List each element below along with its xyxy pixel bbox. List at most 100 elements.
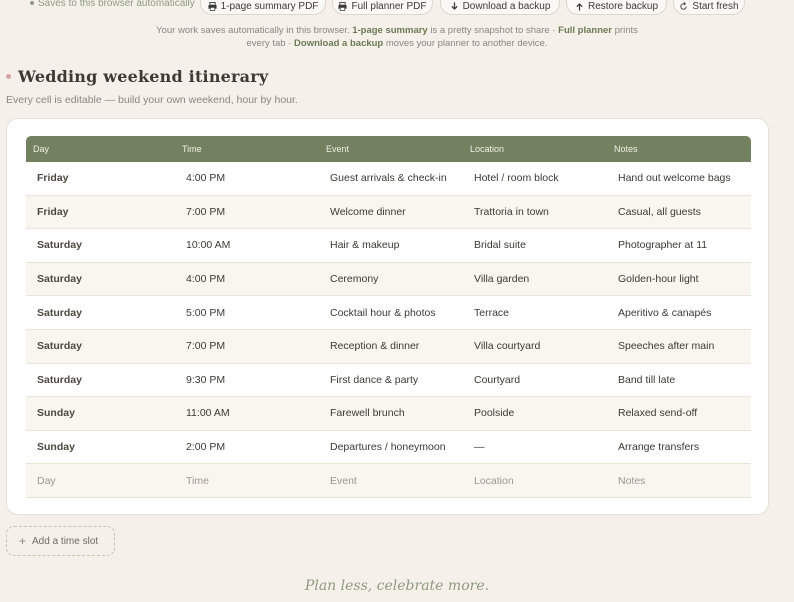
header-notes: Notes	[614, 144, 638, 154]
download-arrow-icon	[450, 1, 458, 10]
cell-notes[interactable]: Casual, all guests	[606, 206, 751, 218]
header-time: Time	[182, 144, 202, 154]
refresh-icon	[680, 1, 688, 10]
cell-day[interactable]: Sunday	[26, 407, 174, 419]
help-line-2: every tab · Download a backup moves your…	[0, 37, 794, 50]
cell-location[interactable]: Terrace	[462, 307, 606, 319]
header-event: Event	[326, 144, 350, 154]
new-row-placeholder: Day Time Event Location Notes	[26, 464, 751, 498]
cell-notes[interactable]: Golden-hour light	[606, 273, 751, 285]
download-backup-label: Download a backup	[462, 0, 551, 12]
itinerary-card: Day Time Event Location Notes Friday 4:0…	[6, 118, 769, 515]
table-row: Saturday 4:00 PM Ceremony Villa garden G…	[26, 262, 751, 297]
cell-event[interactable]: Cocktail hour & photos	[318, 307, 462, 319]
cell-event[interactable]: Departures / honeymoon	[318, 441, 462, 453]
table-header: Day Time Event Location Notes	[26, 136, 751, 162]
cell-notes[interactable]: Speeches after main	[606, 340, 751, 352]
cell-notes[interactable]: Aperitivo & canapés	[606, 307, 751, 319]
start-fresh-label: Start fresh	[692, 0, 739, 12]
cell-time[interactable]: 7:00 PM	[174, 206, 318, 218]
add-time-slot-button[interactable]: + Add a time slot	[6, 526, 115, 556]
header-day: Day	[33, 144, 50, 154]
status-dot-icon	[30, 1, 34, 6]
header-location: Location	[470, 144, 505, 154]
cell-notes[interactable]: Relaxed send-off	[606, 407, 751, 419]
cell-event[interactable]: Farewell brunch	[318, 407, 462, 419]
help-line-1: Your work saves automatically in this br…	[0, 24, 794, 37]
cell-time[interactable]: 9:30 PM	[174, 374, 318, 386]
table-row: Saturday 7:00 PM Reception & dinner Vill…	[26, 329, 751, 364]
cell-event[interactable]: Welcome dinner	[318, 206, 462, 218]
table-row: Sunday 2:00 PM Departures / honeymoon — …	[26, 431, 751, 465]
placeholder-day[interactable]: Day	[26, 475, 174, 487]
cell-notes[interactable]: Hand out welcome bags	[606, 172, 751, 184]
cell-event[interactable]: Reception & dinner	[318, 340, 462, 352]
placeholder-notes[interactable]: Notes	[606, 475, 751, 487]
upload-arrow-icon	[576, 2, 583, 11]
cell-location[interactable]: —	[462, 441, 606, 453]
summary-pdf-label: 1-page summary PDF	[220, 0, 319, 12]
help-text: every tab ·	[246, 38, 292, 49]
help-text: prints	[614, 25, 638, 36]
cell-location[interactable]: Villa courtyard	[462, 340, 606, 352]
cell-notes[interactable]: Arrange transfers	[606, 441, 751, 453]
cell-day[interactable]: Saturday	[26, 340, 174, 352]
table-row: Sunday 11:00 AM Farewell brunch Poolside…	[26, 397, 751, 431]
section-header: Wedding weekend itinerary	[6, 67, 268, 86]
cell-location[interactable]: Villa garden	[462, 273, 606, 285]
help-text: Your work saves automatically in this br…	[156, 25, 350, 36]
summary-pdf-button[interactable]: 1-page summary PDF	[200, 0, 326, 15]
placeholder-event[interactable]: Event	[318, 475, 462, 487]
cell-day[interactable]: Saturday	[26, 307, 174, 319]
toolbar: Saves to this browser automatically 1-pa…	[0, 0, 794, 19]
cell-day[interactable]: Saturday	[26, 239, 174, 251]
placeholder-time[interactable]: Time	[174, 475, 318, 487]
cell-time[interactable]: 4:00 PM	[174, 172, 318, 184]
cell-location[interactable]: Bridal suite	[462, 239, 606, 251]
cell-location[interactable]: Hotel / room block	[462, 172, 606, 184]
cell-time[interactable]: 7:00 PM	[174, 340, 318, 352]
help-full-planner-link[interactable]: Full planner	[558, 25, 612, 36]
cell-event[interactable]: Guest arrivals & check-in	[318, 172, 462, 184]
save-status-text: Saves to this browser automatically	[38, 0, 195, 9]
start-fresh-button[interactable]: Start fresh	[673, 0, 745, 15]
cell-time[interactable]: 10:00 AM	[174, 239, 318, 251]
placeholder-location[interactable]: Location	[462, 475, 606, 487]
page-title: Wedding weekend itinerary	[18, 67, 269, 86]
help-text: moves your planner to another device.	[385, 38, 548, 49]
help-text: is a pretty snapshot to share ·	[430, 25, 556, 36]
save-status: Saves to this browser automatically	[30, 0, 195, 9]
help-summary-link[interactable]: 1-page summary	[352, 25, 428, 36]
full-planner-pdf-button[interactable]: Full planner PDF	[332, 0, 433, 15]
cell-event[interactable]: Ceremony	[318, 273, 462, 285]
cell-time[interactable]: 2:00 PM	[174, 441, 318, 453]
restore-backup-button[interactable]: Restore backup	[566, 0, 667, 15]
itinerary-table: Day Time Event Location Notes Friday 4:0…	[26, 136, 751, 498]
section-subtitle: Every cell is editable — build your own …	[6, 94, 298, 106]
cell-time[interactable]: 4:00 PM	[174, 273, 318, 285]
bullet-dot-icon	[6, 74, 11, 79]
printer-icon	[338, 1, 348, 11]
cell-time[interactable]: 11:00 AM	[174, 407, 318, 419]
cell-time[interactable]: 5:00 PM	[174, 307, 318, 319]
help-download-link[interactable]: Download a backup	[294, 38, 383, 49]
printer-icon	[208, 1, 217, 11]
cell-day[interactable]: Sunday	[26, 441, 174, 453]
cell-event[interactable]: First dance & party	[318, 374, 462, 386]
cell-location[interactable]: Poolside	[462, 407, 606, 419]
cell-location[interactable]: Courtyard	[462, 374, 606, 386]
footer-tagline: Plan less, celebrate more.	[304, 578, 490, 594]
cell-day[interactable]: Saturday	[26, 273, 174, 285]
cell-location[interactable]: Trattoria in town	[462, 206, 606, 218]
cell-day[interactable]: Friday	[26, 172, 174, 184]
table-row: Friday 7:00 PM Welcome dinner Trattoria …	[26, 195, 751, 230]
cell-notes[interactable]: Band till late	[606, 374, 751, 386]
full-planner-pdf-label: Full planner PDF	[351, 0, 427, 12]
table-row: Saturday 10:00 AM Hair & makeup Bridal s…	[26, 229, 751, 263]
download-backup-button[interactable]: Download a backup	[440, 0, 560, 15]
cell-day[interactable]: Friday	[26, 206, 174, 218]
table-row: Friday 4:00 PM Guest arrivals & check-in…	[26, 162, 751, 196]
cell-event[interactable]: Hair & makeup	[318, 239, 462, 251]
cell-notes[interactable]: Photographer at 11	[606, 239, 751, 251]
cell-day[interactable]: Saturday	[26, 374, 174, 386]
